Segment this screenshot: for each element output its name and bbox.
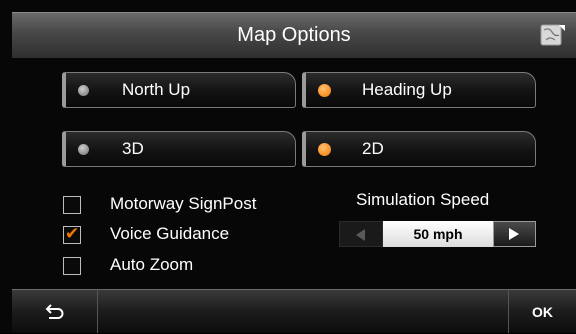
heading-up-button[interactable]: Heading Up xyxy=(302,72,536,108)
right-arrow-icon xyxy=(509,228,519,240)
view-3d-button[interactable]: 3D xyxy=(62,131,296,167)
heading-up-label: Heading Up xyxy=(362,80,452,99)
speed-increase-button[interactable] xyxy=(493,221,536,247)
motorway-signpost-label: Motorway SignPost xyxy=(110,194,257,213)
radio-indicator-icon xyxy=(318,143,331,156)
map-icon[interactable] xyxy=(540,23,566,47)
speed-value: 50 mph xyxy=(383,221,493,247)
motorway-signpost-checkbox[interactable] xyxy=(63,196,81,214)
back-button[interactable] xyxy=(12,290,98,333)
map-options-screen: Map Options North Up Heading Up 3D 2D Mo… xyxy=(0,0,576,333)
left-arrow-icon xyxy=(356,229,365,241)
ok-button[interactable]: OK xyxy=(508,290,576,333)
page-title: Map Options xyxy=(237,24,351,46)
simulation-speed-label: Simulation Speed xyxy=(356,190,490,209)
north-up-button[interactable]: North Up xyxy=(62,72,296,108)
voice-guidance-label: Voice Guidance xyxy=(110,224,230,243)
north-up-label: North Up xyxy=(122,80,191,99)
back-arrow-icon xyxy=(45,304,64,319)
auto-zoom-label: Auto Zoom xyxy=(110,255,194,274)
checkmark-icon: ✔ xyxy=(65,224,80,244)
auto-zoom-checkbox[interactable] xyxy=(63,257,81,275)
radio-indicator-icon xyxy=(78,85,89,96)
view-2d-button[interactable]: 2D xyxy=(302,131,536,167)
radio-indicator-icon xyxy=(318,84,331,97)
radio-indicator-icon xyxy=(78,144,89,155)
view-2d-label: 2D xyxy=(362,139,384,158)
header-bar: Map Options xyxy=(12,12,576,58)
simulation-speed-stepper: 50 mph xyxy=(339,221,536,247)
footer-bar: OK xyxy=(12,289,576,333)
speed-decrease-button[interactable] xyxy=(339,221,383,247)
voice-guidance-checkbox[interactable]: ✔ xyxy=(63,224,81,244)
view-3d-label: 3D xyxy=(122,139,144,158)
